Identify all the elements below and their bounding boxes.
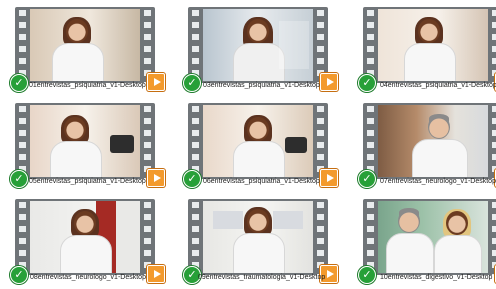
video-file-06[interactable]: ✓ 06entrevistas_psiquiatria_v1-Desktop	[183, 96, 345, 188]
film-strip-right	[313, 199, 328, 275]
film-strip-left	[363, 199, 378, 275]
file-name: 05entrevistas_psiquiatria_v1-Desktop	[29, 178, 146, 185]
film-strip-left	[363, 7, 378, 83]
check-icon: ✓	[10, 74, 28, 92]
file-name: 03entrevistas_psiquiatria_v1-Desktop	[203, 82, 320, 89]
film-strip-right	[313, 7, 328, 83]
check-icon: ✓	[10, 266, 28, 284]
video-frame	[203, 105, 313, 177]
file-grid: ✓ 01entrevistas_psiquiatria_v1-Desktop ✓…	[0, 0, 496, 289]
film-strip-right	[140, 7, 155, 83]
check-icon: ✓	[358, 170, 376, 188]
video-file-10[interactable]: ✓ 10entrevistas_digestivo_v1-Desktop	[358, 192, 496, 284]
film-strip-right	[488, 103, 496, 179]
video-file-07[interactable]: ✓ 07entrevistas_neurologo_v1-Desktop	[358, 96, 496, 188]
video-frame	[378, 9, 488, 81]
file-name: 06entrevistas_psiquiatria_v1-Desktop	[203, 178, 320, 185]
check-icon: ✓	[10, 170, 28, 188]
video-file-03[interactable]: ✓ 03entrevistas_psiquiatria_v1-Desktop	[183, 0, 345, 92]
check-icon: ✓	[183, 74, 201, 92]
check-icon: ✓	[183, 170, 201, 188]
file-name: 08entrevistas_neurologo_v1-Desktop	[30, 274, 146, 281]
film-strip-right	[140, 199, 155, 275]
file-name: 04entrevistas_psiquiatria_v1-Desktop	[380, 82, 496, 89]
check-icon: ✓	[358, 74, 376, 92]
film-strip-left	[363, 103, 378, 179]
film-strip-left	[188, 7, 203, 83]
film-strip-left	[15, 7, 30, 83]
video-thumbnail[interactable]	[363, 103, 496, 179]
video-thumbnail[interactable]	[188, 199, 328, 275]
video-frame	[203, 201, 313, 273]
film-strip-left	[15, 103, 30, 179]
video-frame	[30, 9, 140, 81]
film-strip-left	[188, 199, 203, 275]
video-file-09[interactable]: ✓ 09entrevistas_traumatologia_v1-Desktop	[183, 192, 345, 284]
video-frame	[30, 105, 140, 177]
video-file-01[interactable]: ✓ 01entrevistas_psiquiatria_v1-Desktop	[10, 0, 172, 92]
video-thumbnail[interactable]	[363, 199, 496, 275]
video-thumbnail[interactable]	[15, 199, 155, 275]
video-frame	[203, 9, 313, 81]
video-thumbnail[interactable]	[188, 7, 328, 83]
video-file-08[interactable]: ✓ 08entrevistas_neurologo_v1-Desktop	[10, 192, 172, 284]
video-thumbnail[interactable]	[363, 7, 496, 83]
film-strip-left	[15, 199, 30, 275]
video-file-04[interactable]: ✓ 04entrevistas_psiquiatria_v1-Desktop	[358, 0, 496, 92]
file-name: 01entrevistas_psiquiatria_v1-Desktop	[29, 82, 146, 89]
file-name: 09entrevistas_traumatologia_v1-Desktop	[198, 274, 326, 281]
film-strip-right	[313, 103, 328, 179]
film-strip-right	[140, 103, 155, 179]
film-strip-right	[488, 199, 496, 275]
check-icon: ✓	[358, 266, 376, 284]
film-strip-right	[488, 7, 496, 83]
video-thumbnail[interactable]	[15, 7, 155, 83]
file-name: 10entrevistas_digestivo_v1-Desktop	[380, 274, 493, 281]
video-thumbnail[interactable]	[15, 103, 155, 179]
video-thumbnail[interactable]	[188, 103, 328, 179]
video-frame	[378, 105, 488, 177]
video-frame	[30, 201, 140, 273]
film-strip-left	[188, 103, 203, 179]
video-frame	[378, 201, 488, 273]
video-file-05[interactable]: ✓ 05entrevistas_psiquiatria_v1-Desktop	[10, 96, 172, 188]
file-name: 07entrevistas_neurologo_v1-Desktop	[380, 178, 496, 185]
